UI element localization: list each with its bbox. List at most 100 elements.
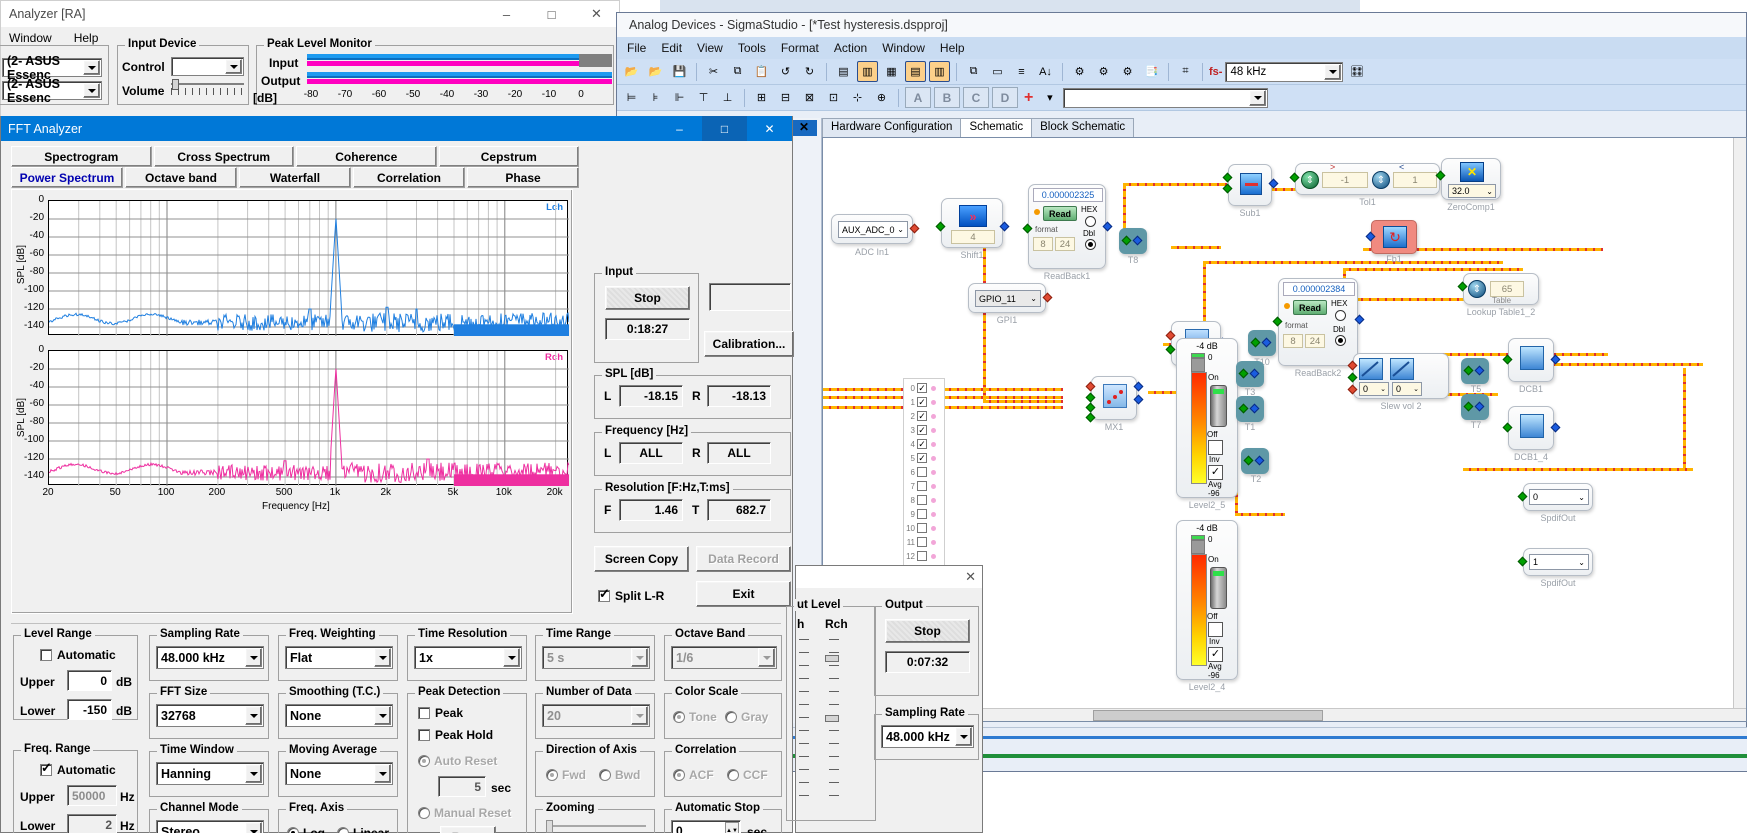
arrow-updown-icon[interactable]: ⇕ [1468,280,1486,298]
time-window-combo[interactable]: Hanning [156,762,264,785]
canvas-scrollbar-vertical[interactable] [1733,138,1746,721]
readback1-format-f2[interactable]: 24 [1055,237,1075,251]
mux-row-pin[interactable] [931,427,936,433]
sample-rate-combo[interactable]: 48 kHz [1225,61,1344,82]
level2-5-inv-checkbox[interactable] [1208,440,1223,455]
node-t5[interactable] [1461,358,1489,384]
tab-cross-spectrum[interactable]: Cross Spectrum [153,146,294,167]
mux-row-checkbox[interactable]: ✓ [917,453,927,463]
mux-row-checkbox[interactable]: ✓ [917,425,927,435]
output-device-combo-1[interactable]: (2- ASUS Essenc [2,54,102,82]
chevron-down-icon[interactable] [225,59,242,74]
node-t1[interactable] [1236,396,1264,422]
settings-icon[interactable]: 🎛 [1346,61,1367,82]
node-t7[interactable] [1461,394,1489,420]
node-t3[interactable] [1236,361,1264,387]
tol1-hi-value[interactable]: -1 [1322,172,1368,188]
mux-row[interactable]: 6 [904,465,946,479]
open-icon[interactable]: 📂 [621,61,642,82]
node-readback1[interactable]: 0.000002325 Read HEX format Dbl 8 24 Rea… [1028,184,1106,281]
chevron-down-icon[interactable] [245,706,262,725]
node-level2-4[interactable]: -4 dB 0 On Off Inv ✓ Avg -96 Level2_4 [1176,520,1238,692]
mux-row-checkbox[interactable] [917,523,927,533]
distribute-h-icon[interactable]: ⊞ [751,87,772,108]
slew-vol-2-value-2[interactable]: 0 ⌄ [1392,382,1422,396]
mux-row-checkbox[interactable]: ✓ [917,439,927,449]
freq-weighting-combo[interactable]: Flat [285,646,393,669]
zooming-slider[interactable] [546,820,646,833]
mux-row[interactable]: 8 [904,493,946,507]
chevron-down-icon[interactable] [245,822,262,833]
tab-block-schematic[interactable]: Block Schematic [1031,118,1135,138]
input-stop-button[interactable]: Stop [605,286,690,310]
close-icon[interactable]: ✕ [574,1,619,27]
paste-icon[interactable]: 📋 [751,61,772,82]
fft-size-combo[interactable]: 32768 [156,704,264,727]
link-compile-icon[interactable]: ⚙ [1069,61,1090,82]
close-icon[interactable]: ✕ [747,116,792,141]
readback1-read-button[interactable]: Read [1043,206,1077,221]
rch-slider-thumb[interactable] [825,715,839,722]
mux-row-checkbox[interactable] [917,509,927,519]
pin[interactable] [1463,401,1474,412]
pin[interactable] [1249,368,1260,379]
mux-row[interactable]: 5 ✓ [904,451,946,465]
pin[interactable] [1474,401,1485,412]
freq-range-automatic-checkbox[interactable]: Automatic [40,761,116,777]
sigmastudio-toolbar-main[interactable]: 📂 📂 💾 ✂ ⧉ 📋 ↺ ↻ ▤ ▥ ▦ ▤ ▥ ⧉ ▭ ≡ A↓ ⚙ ⚙ ⚙… [617,59,1746,85]
mux-row[interactable]: 12 [904,549,946,563]
node-shift1[interactable]: » 4 Shift1 [941,198,1003,260]
align-center-icon[interactable]: ⊧ [645,87,666,108]
chevron-down-icon[interactable]: ▾ [1039,87,1060,108]
chevron-down-icon[interactable] [83,60,100,75]
sequencer-icon[interactable]: ▥ [929,61,950,82]
pin[interactable] [1238,403,1249,414]
node-readback2[interactable]: 0.000002384 Read HEX format Dbl 8 24 Rea… [1278,278,1358,378]
align-right-icon[interactable]: ⊩ [669,87,690,108]
mux-row[interactable]: 3 ✓ [904,423,946,437]
tab-coherence[interactable]: Coherence [296,146,437,167]
readback1-dbl-radio[interactable] [1085,239,1096,250]
node-mx1[interactable]: MX1 [1091,376,1137,432]
align-left-icon[interactable]: ⊨ [621,87,642,108]
level-range-lower-input[interactable]: -150 [67,699,112,720]
sigma-menu-tools[interactable]: Tools [738,41,766,55]
level-range-automatic-checkbox[interactable]: Automatic [40,648,116,662]
mux-row[interactable]: 0 ✓ [904,381,946,395]
readback2-format-f2[interactable]: 24 [1305,334,1325,348]
sigmastudio-toolbar-align[interactable]: ⊨ ⊧ ⊩ ⊤ ⊥ ⊞ ⊟ ⊠ ⊡ ⊹ ⊕ A B C D + ▾ [617,85,1746,111]
mux-row-pin[interactable] [931,511,936,517]
save-icon[interactable]: 💾 [669,61,690,82]
peak-hold-checkbox[interactable]: Peak Hold [418,728,493,742]
node-lookup-table1-2[interactable]: ⇕ 65 Table Lookup Table1_2 [1463,273,1539,317]
split-lr-checkbox[interactable]: Split L-R [598,587,664,603]
pin[interactable] [1474,365,1485,376]
mux-checkbox-list[interactable]: 0✓1✓2✓3✓4✓5✓678910111213 [903,378,945,583]
gpi1-combo[interactable]: GPIO_11 ⌄ [975,290,1041,307]
register-view-icon[interactable]: ▥ [857,61,878,82]
chevron-down-icon[interactable] [245,648,262,667]
mux-row-checkbox[interactable]: ✓ [917,411,927,421]
readback2-dbl-radio[interactable] [1335,335,1346,346]
redo-icon[interactable]: ↻ [799,61,820,82]
tab-correlation[interactable]: Correlation [353,167,465,188]
table-value[interactable]: 65 [1490,281,1524,297]
tab-spectrogram[interactable]: Spectrogram [11,146,152,167]
control-combo[interactable] [171,57,244,76]
mux-row-pin[interactable] [931,525,936,531]
sigma-menu-action[interactable]: Action [834,41,867,55]
mux-row-pin[interactable] [931,483,936,489]
duplicate-icon[interactable]: ⧉ [963,61,984,82]
sigma-menu-view[interactable]: View [697,41,723,55]
automatic-stop-input[interactable]: 0 ▲▼ [671,820,741,833]
link-compile-download-icon[interactable]: ⚙ [1093,61,1114,82]
level2-4-inv-checkbox[interactable] [1208,622,1223,637]
tab-cepstrum[interactable]: Cepstrum [438,146,579,167]
mux-row-checkbox[interactable] [917,481,927,491]
chevron-down-icon[interactable]: ⌄ [1578,493,1585,502]
maximize-icon[interactable]: □ [529,1,574,27]
tab-phase[interactable]: Phase [467,167,579,188]
tile-vertical-icon[interactable]: ≡ [1011,61,1032,82]
calibration-button[interactable]: Calibration... [704,331,794,357]
tab-waterfall[interactable]: Waterfall [239,167,351,188]
